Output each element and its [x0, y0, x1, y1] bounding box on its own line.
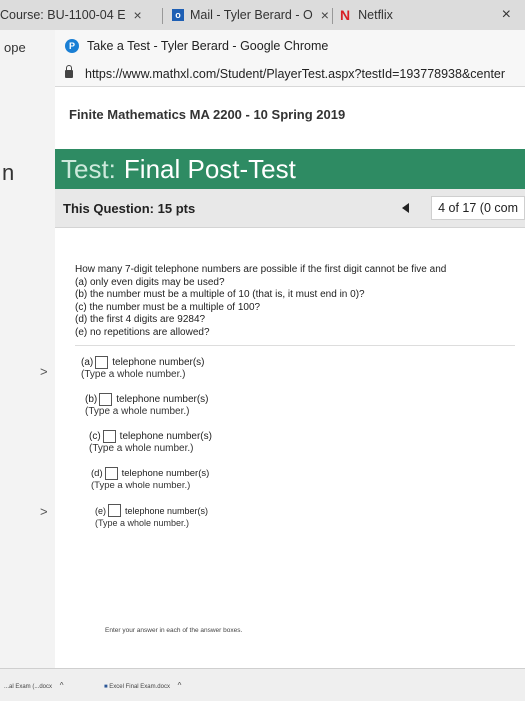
- answer-input-e[interactable]: [108, 504, 121, 517]
- tab-course-label: Course: BU-1100-04 E: [0, 8, 126, 22]
- answer-hint: (Type a whole number.): [81, 369, 186, 380]
- answer-hint: (Type a whole number.): [95, 518, 190, 528]
- test-window: P Take a Test - Tyler Berard - Google Ch…: [55, 30, 525, 700]
- tab-mail-label: Mail - Tyler Berard - O: [190, 8, 313, 22]
- answer-input-b[interactable]: [99, 393, 113, 406]
- answer-suffix: telephone number(s): [112, 356, 205, 368]
- tab-course[interactable]: Course: BU-1100-04 E ×: [0, 0, 142, 30]
- downloads-bar: ...al Exam (...docx ^ ■ Excel Final Exam…: [0, 668, 525, 701]
- tab-mail[interactable]: o Mail - Tyler Berard - O ×: [172, 0, 329, 30]
- question-line: (e) no repetitions are allowed?: [75, 326, 210, 338]
- close-tab-icon[interactable]: ×: [321, 7, 329, 23]
- answer-a: (a) telephone number(s) (Type a whole nu…: [81, 356, 525, 381]
- answer-c: (c) telephone number(s) (Type a whole nu…: [89, 430, 525, 455]
- test-banner: Test: Final Post-Test: [55, 149, 525, 189]
- answer-input-c[interactable]: [102, 430, 116, 443]
- question-body: How many 7-digit telephone numbers are p…: [55, 264, 525, 529]
- previous-question-icon[interactable]: [402, 203, 410, 213]
- question-line: How many 7-digit telephone numbers are p…: [75, 264, 447, 275]
- question-line: (a) only even digits may be used?: [75, 276, 225, 288]
- answer-label: (e): [95, 505, 106, 516]
- answer-hint: (Type a whole number.): [85, 406, 190, 417]
- answer-b: (b) telephone number(s) (Type a whole nu…: [85, 393, 525, 418]
- window-title-bar: P Take a Test - Tyler Berard - Google Ch…: [55, 30, 525, 62]
- background-tab-fragment: ope: [4, 40, 26, 55]
- answer-e: (e) telephone number(s) (Type a whole nu…: [95, 504, 525, 529]
- download-name: ...al Exam (...docx: [4, 684, 53, 690]
- question-bar: This Question: 15 pts 4 of 17 (0 com: [55, 189, 525, 228]
- answer-input-d[interactable]: [104, 467, 118, 480]
- answer-suffix: telephone number(s): [119, 430, 212, 442]
- netflix-icon: N: [340, 7, 351, 23]
- answer-label: (c): [89, 430, 101, 442]
- download-item[interactable]: ■ Excel Final Exam.docx ^: [104, 681, 181, 690]
- window-title: Take a Test - Tyler Berard - Google Chro…: [87, 39, 329, 53]
- chevron-right-icon: >: [40, 364, 48, 379]
- divider: [75, 345, 515, 346]
- question-line: (d) the first 4 digits are 9284?: [75, 314, 206, 325]
- tab-netflix[interactable]: N Netflix: [340, 0, 393, 30]
- answer-instruction: Enter your answer in each of the answer …: [105, 627, 243, 634]
- answer-suffix: telephone number(s): [116, 393, 209, 405]
- lock-icon: [65, 65, 73, 78]
- close-window-icon[interactable]: ×: [502, 6, 511, 24]
- answer-label: (a): [81, 356, 94, 368]
- answer-label: (d): [91, 467, 103, 479]
- answer-suffix: telephone number(s): [121, 467, 210, 479]
- address-bar[interactable]: https://www.mathxl.com/Student/PlayerTes…: [55, 62, 525, 87]
- tab-divider: [332, 8, 333, 24]
- question-line: (c) the number must be a multiple of 100…: [75, 301, 261, 313]
- answer-input-a[interactable]: [95, 356, 109, 369]
- tab-divider: [162, 8, 163, 24]
- browser-tab-bar: Course: BU-1100-04 E × o Mail - Tyler Be…: [0, 0, 525, 31]
- answer-suffix: telephone number(s): [125, 505, 209, 516]
- question-count[interactable]: 4 of 17 (0 com: [431, 196, 525, 220]
- close-tab-icon[interactable]: ×: [134, 7, 142, 23]
- answer-d: (d) telephone number(s) (Type a whole nu…: [91, 467, 525, 492]
- question-points: 15 pts: [157, 200, 196, 216]
- question-text: How many 7-digit telephone numbers are p…: [75, 264, 525, 339]
- chevron-right-icon: >: [40, 504, 48, 519]
- answer-hint: (Type a whole number.): [89, 443, 194, 454]
- background-page-fragment: n: [2, 160, 15, 185]
- chevron-up-icon[interactable]: ^: [60, 681, 64, 690]
- url-text: https://www.mathxl.com/Student/PlayerTes…: [85, 67, 506, 81]
- test-label: Test:: [61, 153, 116, 184]
- course-title: Finite Mathematics MA 2200 - 10 Spring 2…: [69, 107, 346, 122]
- background-window: ope n > >: [0, 30, 56, 700]
- question-points-label: This Question:: [63, 200, 154, 216]
- download-item[interactable]: ...al Exam (...docx ^: [4, 681, 63, 690]
- chevron-up-icon[interactable]: ^: [178, 681, 182, 690]
- answer-hint: (Type a whole number.): [91, 480, 191, 491]
- test-name: Final Post-Test: [123, 153, 296, 184]
- question-line: (b) the number must be a multiple of 10 …: [75, 289, 365, 300]
- pearson-icon: P: [65, 39, 79, 53]
- word-doc-icon: ■: [104, 684, 108, 690]
- outlook-icon: o: [172, 9, 184, 21]
- answer-label: (b): [85, 393, 98, 405]
- tab-netflix-label: Netflix: [358, 8, 393, 22]
- download-name: Excel Final Exam.docx: [109, 684, 170, 690]
